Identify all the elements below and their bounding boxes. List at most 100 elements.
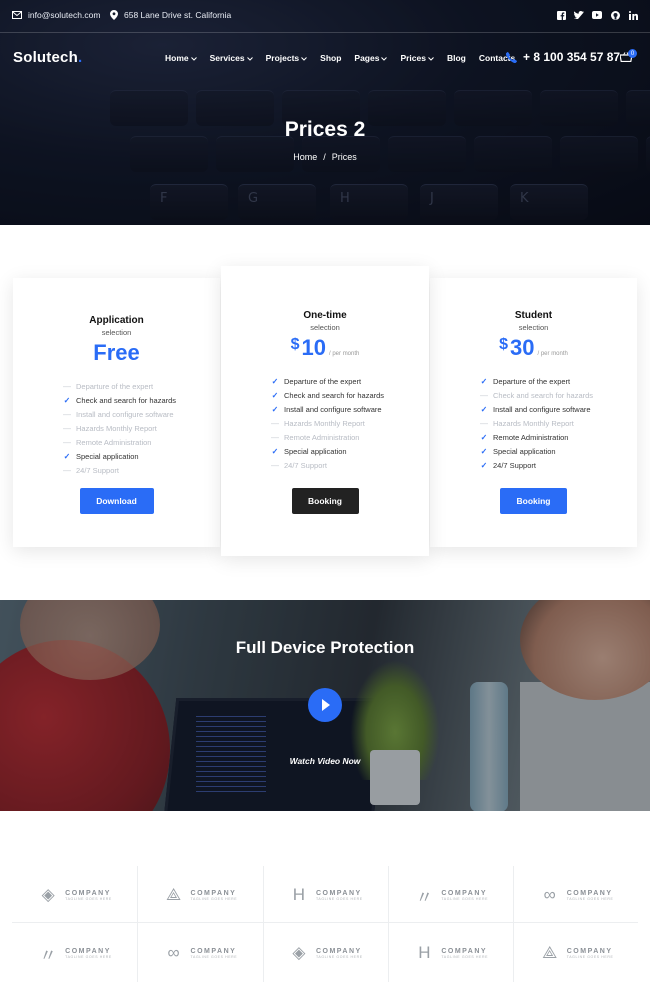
check-icon: ✓	[480, 433, 488, 442]
partner-logo[interactable]: ⟁ COMPANY TAGLINE GOES HERE	[514, 924, 639, 982]
dash-icon: —	[63, 424, 71, 433]
main-menu: Home Services Projects Shop Pages Prices Blog C…	[165, 53, 515, 63]
feature-item: ✓ Departure of the expert	[480, 377, 571, 386]
feature-label: Hazards Monthly Report	[493, 419, 574, 428]
partner-logo[interactable]: ∞ COMPANY TAGLINE GOES HERE	[514, 866, 639, 924]
partner-logo[interactable]: H COMPANY TAGLINE GOES HERE	[263, 866, 388, 924]
feature-label: 24/7 Support	[493, 461, 536, 470]
feature-label: Departure of the expert	[284, 377, 362, 386]
feature-label: Remote Administration	[284, 433, 360, 442]
feature-label: Special application	[284, 447, 347, 456]
feature-label: Departure of the expert	[76, 382, 154, 391]
plan-price: $30/ per month	[430, 335, 637, 361]
dash-icon: —	[480, 419, 488, 428]
partner-logo[interactable]: ⟁ COMPANY TAGLINE GOES HERE	[137, 866, 262, 924]
price-period: / per month	[329, 351, 360, 357]
play-video-button[interactable]	[308, 688, 342, 722]
chevron-down-icon	[246, 57, 253, 61]
feature-item: — Remote Administration	[63, 438, 151, 447]
partner-logo[interactable]: 〃 COMPANY TAGLINE GOES HERE	[388, 866, 513, 924]
pricing-card-application: Application selection Free — Departure of th…	[13, 278, 220, 547]
partner-logo[interactable]: ◈ COMPANY TAGLINE GOES HERE	[12, 866, 137, 924]
dash-icon: —	[271, 419, 279, 428]
company-wordmark: COMPANY TAGLINE GOES HERE	[441, 948, 488, 959]
chevron-down-icon	[381, 57, 388, 61]
menu-item-label: Pages	[354, 53, 380, 63]
price-amount: 30	[510, 335, 535, 360]
price-period: / per month	[537, 351, 568, 357]
check-icon: ✓	[271, 377, 279, 386]
company-mark-icon: ⟁	[542, 943, 558, 962]
booking-button[interactable]: Booking	[291, 488, 359, 514]
dash-icon: —	[271, 461, 279, 470]
plan-name: Application	[89, 315, 144, 326]
feature-item: ✓ Special application	[480, 447, 556, 456]
partner-logos-grid: ◈ COMPANY TAGLINE GOES HERE ⟁ COMPANY TAGLINE…	[12, 866, 638, 982]
plan-subtitle: selection	[101, 328, 132, 337]
facebook-icon[interactable]	[556, 10, 566, 20]
company-tagline: TAGLINE GOES HERE	[441, 896, 489, 901]
pricing-card-student: Student selection $30/ per month ✓ Departure…	[430, 278, 637, 547]
menu-item-label: Services	[209, 53, 245, 63]
breadcrumb-current: Prices	[331, 152, 357, 162]
company-wordmark: COMPANY TAGLINE GOES HERE	[65, 890, 112, 901]
feature-item: ✓ Check and search for hazards	[63, 396, 176, 405]
menu-item-shop[interactable]: Shop	[320, 53, 341, 63]
partner-logo[interactable]: ∞ COMPANY TAGLINE GOES HERE	[137, 924, 262, 982]
feature-label: 24/7 Support	[76, 466, 119, 475]
mail-icon	[12, 11, 22, 19]
site-logo[interactable]: Solutech.	[13, 49, 82, 66]
menu-item-services[interactable]: Services	[210, 53, 253, 63]
company-mark-icon: ⟁	[165, 885, 182, 904]
location-pin-icon	[110, 10, 118, 20]
menu-item-blog[interactable]: Blog	[447, 53, 466, 63]
partner-logo[interactable]: 〃 COMPANY TAGLINE GOES HERE	[12, 924, 137, 982]
watch-video-link[interactable]: Watch Video Now	[0, 756, 650, 766]
plan-name: One-time	[303, 310, 347, 321]
company-tagline: TAGLINE GOES HERE	[441, 954, 489, 959]
feature-label: Hazards Monthly Report	[76, 424, 157, 433]
plan-price: $10/ per month	[221, 335, 429, 361]
menu-item-projects[interactable]: Projects	[266, 53, 308, 63]
phone-icon	[506, 51, 517, 63]
topbar-email[interactable]: info@solutech.com	[12, 10, 100, 20]
menu-item-prices[interactable]: Prices	[400, 53, 434, 63]
booking-button[interactable]: Booking	[500, 488, 567, 514]
check-icon: ✓	[480, 461, 488, 470]
youtube-icon[interactable]	[592, 10, 602, 20]
feature-label: Special application	[493, 447, 556, 456]
download-button[interactable]: Download	[79, 488, 154, 514]
company-mark-icon: ∞	[543, 885, 556, 904]
company-tagline: TAGLINE GOES HERE	[190, 954, 238, 959]
company-tagline: TAGLINE GOES HERE	[315, 896, 363, 901]
feature-label: Install and configure software	[76, 410, 174, 419]
menu-item-pages[interactable]: Pages	[354, 53, 388, 63]
pricing-card-one-time: One-time selection $10/ per month ✓ Departur…	[221, 266, 429, 556]
company-name: COMPANY	[190, 889, 237, 897]
company-mark-icon: 〃	[415, 887, 433, 907]
cart-count-badge: 0	[628, 49, 637, 58]
partner-logo[interactable]: ◈ COMPANY TAGLINE GOES HERE	[263, 924, 388, 982]
dash-icon: —	[63, 382, 71, 391]
company-wordmark: COMPANY TAGLINE GOES HERE	[65, 948, 112, 959]
price-amount: 10	[301, 335, 327, 360]
feature-label: 24/7 Support	[284, 461, 327, 470]
feature-item: — Departure of the expert	[63, 382, 153, 391]
linkedin-icon[interactable]	[628, 10, 638, 20]
chevron-down-icon	[301, 57, 308, 61]
company-name: COMPANY	[566, 947, 613, 955]
feature-item: ✓ Departure of the expert	[271, 377, 362, 386]
company-wordmark: COMPANY TAGLINE GOES HERE	[316, 890, 363, 901]
github-icon[interactable]	[610, 10, 620, 20]
feature-item: ✓ 24/7 Support	[480, 461, 536, 470]
feature-item: — Remote Administration	[271, 433, 359, 442]
feature-item: ✓ Check and search for hazards	[271, 391, 384, 400]
twitter-icon[interactable]	[574, 10, 584, 20]
company-name: COMPANY	[315, 947, 362, 955]
phone-link[interactable]: + 8 100 354 57 87	[506, 50, 620, 64]
chevron-down-icon	[190, 57, 197, 61]
partner-logo[interactable]: H COMPANY TAGLINE GOES HERE	[388, 924, 513, 982]
company-mark-icon: H	[418, 943, 431, 962]
breadcrumb-home[interactable]: Home	[293, 152, 317, 162]
menu-item-home[interactable]: Home	[165, 53, 197, 63]
